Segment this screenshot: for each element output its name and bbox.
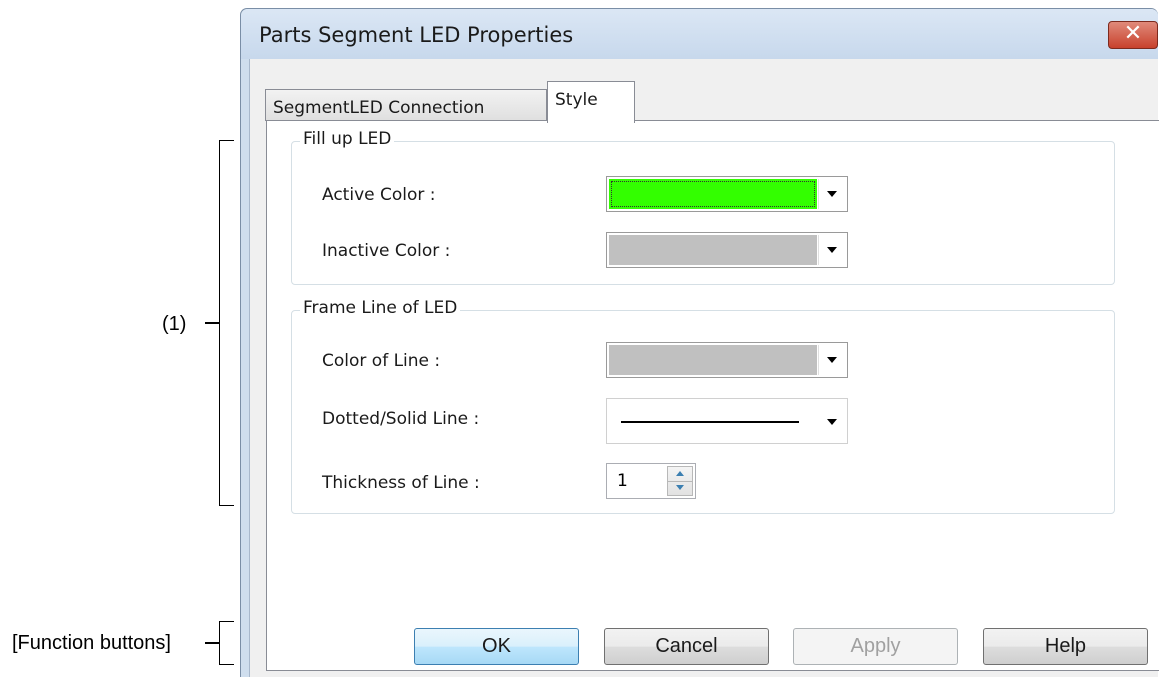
tab-label: Style (555, 90, 598, 110)
chevron-down-icon (827, 191, 837, 197)
thickness-spinner[interactable]: 1 (606, 463, 696, 499)
tab-segmentled-connection[interactable]: SegmentLED Connection (265, 89, 547, 121)
function-buttons-tick (205, 642, 219, 644)
cancel-button[interactable]: Cancel (604, 628, 769, 665)
dialog-client-area: SegmentLED Connection Style Fill up LED … (249, 59, 1159, 677)
thickness-value[interactable]: 1 (617, 471, 628, 491)
fill-up-led-group: Fill up LED Active Color : Inactive Colo… (291, 129, 1115, 285)
line-style-dropdown[interactable] (606, 398, 848, 444)
close-icon: ✕ (1123, 21, 1143, 46)
region-1-label: (1) (162, 313, 187, 335)
dialog-title: Parts Segment LED Properties (259, 23, 574, 47)
solid-line-sample (621, 421, 799, 423)
dropdown-button[interactable] (818, 179, 845, 209)
chevron-down-icon (827, 419, 837, 425)
frame-line-group: Frame Line of LED Color of Line : Dotted… (291, 298, 1115, 514)
tab-style[interactable]: Style (547, 81, 635, 123)
spin-buttons (667, 466, 693, 496)
active-color-dropdown[interactable] (606, 176, 848, 212)
dotted-solid-line-label: Dotted/Solid Line : (322, 409, 480, 429)
dropdown-button[interactable] (818, 235, 845, 265)
ok-button[interactable]: OK (414, 628, 579, 665)
arrow-down-icon (676, 485, 684, 490)
dropdown-button[interactable] (818, 345, 845, 375)
apply-button[interactable]: Apply (793, 628, 958, 665)
active-color-swatch (609, 179, 817, 209)
properties-dialog: Parts Segment LED Properties ✕ SegmentLE… (240, 8, 1159, 677)
arrow-up-icon (676, 471, 684, 476)
title-bar: Parts Segment LED Properties ✕ (241, 9, 1158, 59)
line-color-swatch (609, 345, 817, 375)
color-of-line-label: Color of Line : (322, 351, 441, 371)
inactive-color-swatch (609, 235, 817, 265)
spin-down-button[interactable] (668, 481, 692, 495)
help-button[interactable]: Help (983, 628, 1148, 665)
color-of-line-dropdown[interactable] (606, 342, 848, 378)
style-tab-panel: Fill up LED Active Color : Inactive Colo… (266, 120, 1159, 671)
tab-label: SegmentLED Connection (273, 98, 485, 118)
inactive-color-label: Inactive Color : (322, 241, 451, 261)
close-button[interactable]: ✕ (1108, 21, 1158, 49)
chevron-down-icon (827, 247, 837, 253)
function-buttons-bracket (219, 621, 234, 665)
chevron-down-icon (827, 357, 837, 363)
group-title: Frame Line of LED (300, 298, 461, 318)
active-color-label: Active Color : (322, 185, 436, 205)
inactive-color-dropdown[interactable] (606, 232, 848, 268)
thickness-of-line-label: Thickness of Line : (322, 473, 480, 493)
function-buttons-label: [Function buttons] (12, 632, 171, 654)
region-1-bracket (219, 140, 234, 506)
dropdown-button[interactable] (819, 401, 845, 441)
region-1-tick (205, 322, 219, 324)
spin-up-button[interactable] (668, 467, 692, 482)
group-title: Fill up LED (300, 129, 395, 149)
